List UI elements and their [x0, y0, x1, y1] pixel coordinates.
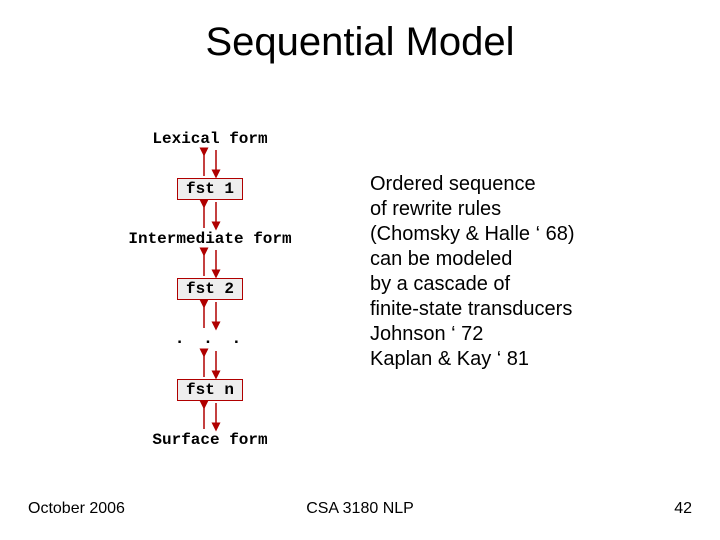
desc-line-3: (Chomsky & Halle ‘ 68) — [370, 223, 575, 245]
fst-2-box: fst 2 — [100, 278, 320, 300]
arrow-pair-2 — [100, 200, 320, 230]
fst-2-label: fst 2 — [177, 278, 243, 300]
arrow-pair-3 — [100, 248, 320, 278]
fst-1-box: fst 1 — [100, 178, 320, 200]
desc-line-7: Johnson ‘ 72 — [370, 323, 483, 345]
arrow-pair-6 — [100, 401, 320, 431]
fst-n-label: fst n — [177, 379, 243, 401]
lexical-form-label: Lexical form — [100, 130, 320, 148]
desc-line-5: by a cascade of — [370, 273, 510, 295]
footer-page: 42 — [674, 500, 692, 518]
arrow-pair-1 — [100, 148, 320, 178]
desc-line-8: Kaplan & Kay ‘ 81 — [370, 348, 529, 370]
slide-title: Sequential Model — [0, 20, 720, 65]
fst-n-box: fst n — [100, 379, 320, 401]
desc-line-1: Ordered sequence — [370, 173, 536, 195]
arrow-pair-5 — [100, 349, 320, 379]
fst-1-label: fst 1 — [177, 178, 243, 200]
diagram-column: Lexical form fst 1 — [100, 130, 320, 449]
surface-form-label: Surface form — [100, 431, 320, 449]
footer-course: CSA 3180 NLP — [0, 500, 720, 518]
intermediate-form-label: Intermediate form — [100, 230, 320, 248]
ellipsis: . . . — [100, 330, 320, 349]
description-text: Ordered sequence of rewrite rules (Choms… — [370, 172, 660, 372]
arrow-pair-4 — [100, 300, 320, 330]
desc-line-4: can be modeled — [370, 248, 512, 270]
desc-line-6: finite-state transducers — [370, 298, 572, 320]
desc-line-2: of rewrite rules — [370, 198, 501, 220]
